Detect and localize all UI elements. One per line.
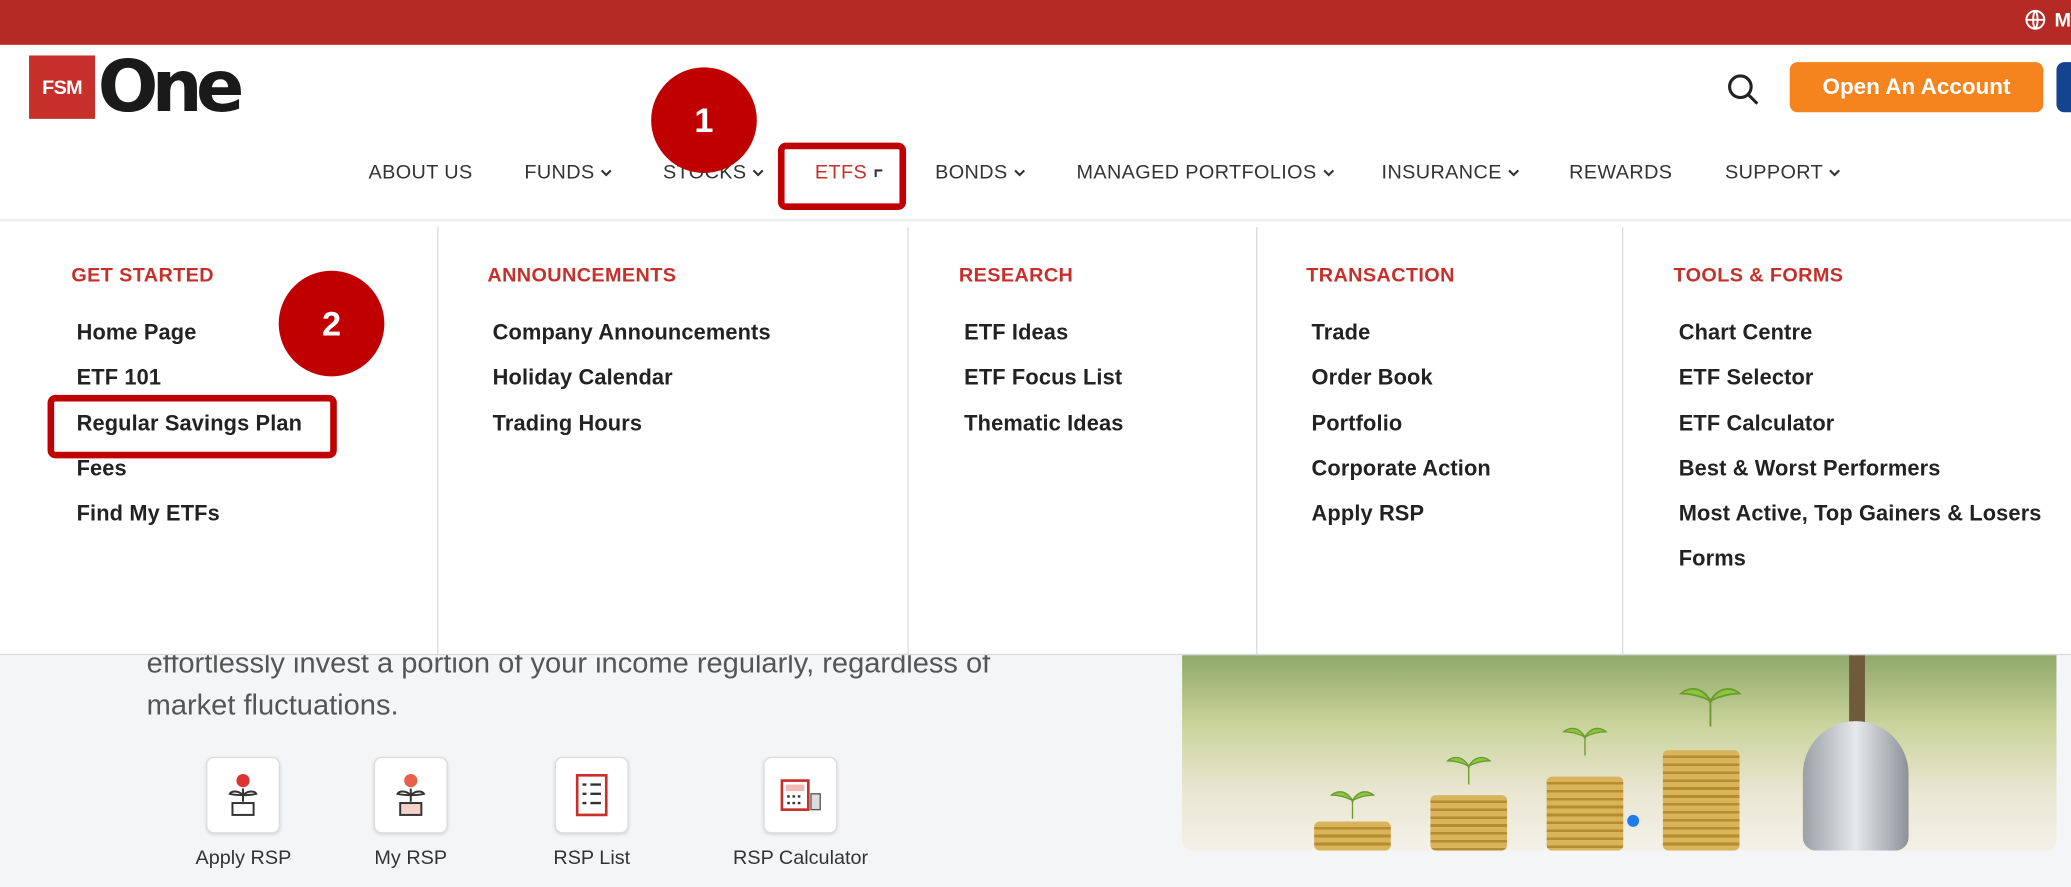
menu-item-holiday-calendar[interactable]: Holiday Calendar — [493, 366, 673, 391]
column-divider — [1621, 227, 1624, 656]
menu-heading-transaction: TRANSACTION — [1306, 264, 1455, 287]
nav-label: ABOUT US — [368, 161, 473, 184]
nav-label: INSURANCE — [1381, 161, 1502, 184]
sprout-icon — [1446, 756, 1492, 785]
globe-icon — [2024, 9, 2045, 30]
checklist-icon — [554, 756, 629, 834]
column-divider — [437, 227, 439, 656]
coin-stack — [1430, 795, 1508, 851]
search-icon — [1728, 74, 1759, 105]
open-account-button[interactable]: Open An Account — [1789, 62, 2044, 113]
menu-item-home-page[interactable]: Home Page — [77, 321, 197, 346]
chevron-down-icon — [601, 168, 612, 176]
menu-item-order-book[interactable]: Order Book — [1312, 366, 1433, 391]
menu-item-etf-focus-list[interactable]: ETF Focus List — [964, 366, 1122, 391]
chevron-down-icon — [753, 168, 764, 176]
menu-item-trading-hours[interactable]: Trading Hours — [493, 412, 642, 437]
language-selector[interactable]: M — [2023, 8, 2071, 32]
column-divider — [1256, 227, 1258, 656]
menu-item-thematic-ideas[interactable]: Thematic Ideas — [964, 412, 1123, 437]
quick-link-label: RSP Calculator — [733, 846, 869, 870]
quick-link-label: Apply RSP — [195, 846, 292, 870]
fsm-one-logo[interactable]: FSM One — [29, 44, 245, 129]
top-utility-bar: M — [0, 0, 2071, 45]
menu-item-best-worst-performers[interactable]: Best & Worst Performers — [1679, 457, 1941, 482]
highlight-regular-savings-plan — [47, 394, 337, 459]
search-button[interactable] — [1722, 69, 1764, 111]
sprout-icon — [1678, 688, 1742, 727]
nav-label: FUNDS — [524, 161, 595, 184]
menu-heading-tools-forms: TOOLS & FORMS — [1673, 264, 1844, 287]
nav-about-us[interactable]: ABOUT US — [369, 161, 473, 183]
menu-item-forms[interactable]: Forms — [1679, 547, 1746, 572]
nav-support[interactable]: SUPPORT — [1724, 161, 1842, 184]
plant-dollar-icon — [373, 756, 448, 834]
page: M FSM One Open An Account ABOUT US FUNDS — [0, 0, 2071, 887]
menu-item-company-announcements[interactable]: Company Announcements — [493, 321, 771, 346]
column-divider — [907, 227, 909, 656]
menu-heading-announcements: ANNOUNCEMENTS — [487, 264, 677, 287]
nav-label: BONDS — [935, 161, 1008, 184]
plant-coin-icon — [206, 756, 281, 834]
highlight-etfs-tab — [777, 142, 907, 211]
chevron-down-icon — [1829, 168, 1841, 176]
coin-stack — [1314, 821, 1391, 851]
calculator-icon — [763, 756, 838, 834]
nav-label: REWARDS — [1569, 161, 1673, 184]
menu-item-trade[interactable]: Trade — [1312, 321, 1371, 346]
menu-item-etf-101[interactable]: ETF 101 — [77, 366, 162, 391]
step-badge-1: 1 — [651, 67, 757, 174]
menu-heading-research: RESEARCH — [958, 264, 1074, 287]
nav-insurance[interactable]: INSURANCE — [1381, 161, 1521, 184]
nav-rewards[interactable]: REWARDS — [1569, 161, 1672, 183]
chevron-down-icon — [1508, 168, 1520, 176]
sprout-icon — [1329, 791, 1376, 819]
menu-item-etf-ideas[interactable]: ETF Ideas — [964, 321, 1068, 346]
login-button-edge[interactable] — [2056, 62, 2071, 113]
chevron-down-icon — [1014, 168, 1025, 176]
hero-line-2: market fluctuations. — [146, 688, 399, 722]
menu-item-find-my-etfs[interactable]: Find My ETFs — [77, 502, 220, 527]
menu-heading-get-started: GET STARTED — [71, 264, 215, 287]
menu-item-most-active[interactable]: Most Active, Top Gainers & Losers — [1679, 502, 2042, 527]
menu-item-chart-centre[interactable]: Chart Centre — [1679, 321, 1813, 346]
sprout-icon — [1562, 727, 1608, 756]
quick-link-rsp-calculator[interactable]: RSP Calculator — [733, 756, 869, 870]
menu-item-etf-selector[interactable]: ETF Selector — [1679, 366, 1814, 391]
quick-link-apply-rsp[interactable]: Apply RSP — [195, 756, 292, 870]
step-badge-2: 2 — [278, 270, 385, 377]
language-label: M — [2054, 8, 2071, 32]
nav-funds[interactable]: FUNDS — [524, 161, 613, 184]
quick-link-my-rsp[interactable]: My RSP — [373, 756, 448, 870]
coin-stack — [1662, 750, 1740, 851]
nav-managed-portfolios[interactable]: MANAGED PORTFOLIOS — [1076, 161, 1335, 184]
main-navigation: ABOUT US FUNDS STOCKS ETFS BONDS MANAGED… — [0, 161, 2071, 193]
coin-stack — [1546, 776, 1624, 851]
quick-link-label: My RSP — [374, 846, 448, 870]
nav-label: SUPPORT — [1724, 161, 1824, 184]
quick-link-rsp-list[interactable]: RSP List — [553, 756, 631, 870]
site-header: FSM One Open An Account ABOUT US FUNDS S… — [0, 44, 2071, 221]
logo-box: FSM — [29, 55, 96, 119]
nav-bonds[interactable]: BONDS — [935, 161, 1026, 184]
carousel-indicator[interactable] — [1627, 814, 1640, 827]
menu-item-etf-calculator[interactable]: ETF Calculator — [1679, 412, 1835, 437]
chevron-down-icon — [1323, 168, 1334, 176]
menu-item-corporate-action[interactable]: Corporate Action — [1312, 457, 1491, 482]
hero-image-coins-plants — [1182, 655, 2057, 851]
nav-label: MANAGED PORTFOLIOS — [1076, 161, 1317, 184]
quick-link-label: RSP List — [553, 846, 631, 870]
light-bulb — [1802, 721, 1909, 851]
logo-wordmark: One — [97, 44, 245, 129]
menu-item-fees[interactable]: Fees — [77, 457, 127, 482]
menu-item-apply-rsp[interactable]: Apply RSP — [1312, 502, 1425, 527]
menu-item-portfolio[interactable]: Portfolio — [1312, 412, 1403, 437]
